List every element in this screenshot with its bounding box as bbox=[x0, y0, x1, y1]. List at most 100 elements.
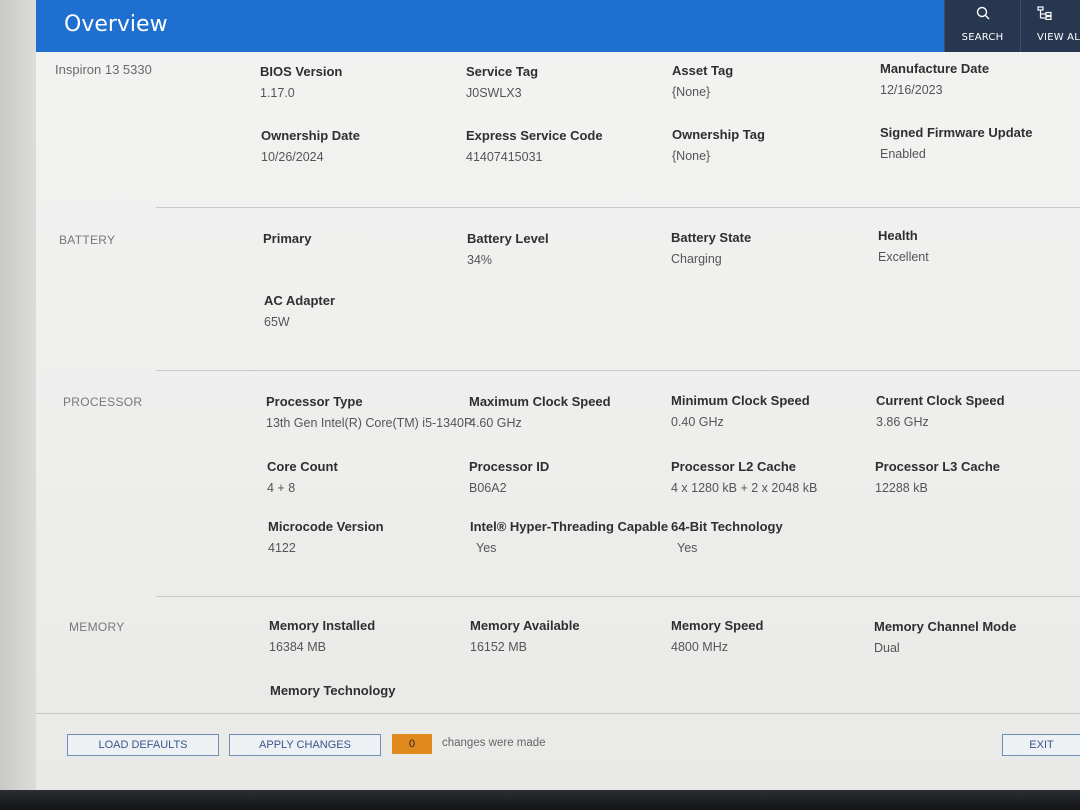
field-processor-l3-cache: Processor L3 Cache 12288 kB bbox=[875, 459, 1075, 495]
section-label-memory: MEMORY bbox=[69, 620, 125, 634]
view-all-label: VIEW AL bbox=[1037, 32, 1080, 43]
field-value: 65W bbox=[264, 315, 290, 329]
field-battery-level: Battery Level 34% bbox=[467, 231, 667, 267]
system-model: Inspiron 13 5330 bbox=[55, 62, 152, 77]
field-label: Memory Installed bbox=[269, 618, 376, 633]
field-label: Ownership Date bbox=[261, 128, 360, 143]
field-bios-version: BIOS Version 1.17.0 bbox=[260, 64, 460, 100]
section-divider bbox=[156, 370, 1080, 371]
field-label: AC Adapter bbox=[264, 293, 336, 308]
field-label: Memory Available bbox=[470, 618, 580, 633]
field-value: 3.86 GHz bbox=[876, 415, 929, 429]
changes-count-badge: 0 bbox=[392, 734, 432, 754]
section-label-battery: BATTERY bbox=[59, 233, 116, 247]
field-core-count: Core Count 4 + 8 bbox=[267, 459, 467, 495]
field-value: {None} bbox=[672, 149, 711, 163]
page-title: Overview bbox=[64, 12, 168, 37]
screen-bezel-left bbox=[0, 0, 36, 810]
field-value: 1.17.0 bbox=[260, 86, 295, 100]
field-label: Health bbox=[878, 228, 918, 243]
field-processor-l2-cache: Processor L2 Cache 4 x 1280 kB + 2 x 204… bbox=[671, 459, 871, 495]
view-all-button[interactable]: VIEW AL bbox=[1020, 0, 1080, 52]
field-label: Processor L2 Cache bbox=[671, 459, 797, 474]
view-all-icon bbox=[1037, 6, 1053, 23]
field-value: 12288 kB bbox=[875, 481, 928, 495]
field-service-tag: Service Tag J0SWLX3 bbox=[466, 64, 666, 100]
field-value: {None} bbox=[672, 85, 711, 99]
field-label: Intel® Hyper-Threading Capable bbox=[470, 519, 669, 534]
field-64-bit-technology: 64-Bit Technology Yes bbox=[671, 519, 871, 555]
field-health: Health Excellent bbox=[878, 228, 1078, 264]
field-maximum-clock-speed: Maximum Clock Speed 4.60 GHz bbox=[469, 394, 669, 430]
field-label: Memory Channel Mode bbox=[874, 619, 1017, 634]
field-value: 16152 MB bbox=[470, 640, 527, 654]
section-label-processor: PROCESSOR bbox=[63, 395, 143, 409]
field-label: Service Tag bbox=[466, 64, 539, 79]
field-minimum-clock-speed: Minimum Clock Speed 0.40 GHz bbox=[671, 393, 871, 429]
field-value: 16384 MB bbox=[269, 640, 326, 654]
field-label: Maximum Clock Speed bbox=[469, 394, 611, 409]
field-processor-id: Processor ID B06A2 bbox=[469, 459, 669, 495]
field-label: Processor ID bbox=[469, 459, 550, 474]
field-label: Processor Type bbox=[266, 394, 363, 409]
section-divider bbox=[156, 207, 1080, 208]
field-value: 12/16/2023 bbox=[880, 83, 943, 97]
field-label: Ownership Tag bbox=[672, 127, 765, 142]
field-express-service-code: Express Service Code 41407415031 bbox=[466, 128, 666, 164]
field-value: 34% bbox=[467, 253, 493, 267]
field-label: Current Clock Speed bbox=[876, 393, 1005, 408]
field-value: J0SWLX3 bbox=[466, 86, 522, 100]
field-value: Charging bbox=[671, 252, 722, 266]
field-label: Memory Speed bbox=[671, 618, 764, 633]
field-value: Enabled bbox=[880, 147, 926, 161]
field-value: Excellent bbox=[878, 250, 929, 264]
field-label: Manufacture Date bbox=[880, 61, 990, 76]
field-value: Yes bbox=[476, 541, 497, 555]
search-icon bbox=[976, 6, 990, 23]
field-value: 13th Gen Intel(R) Core(TM) i5-1340P bbox=[266, 416, 473, 430]
field-label: Signed Firmware Update bbox=[880, 125, 1033, 140]
search-label: SEARCH bbox=[961, 32, 1004, 43]
field-label: Battery Level bbox=[467, 231, 549, 246]
field-manufacture-date: Manufacture Date 12/16/2023 bbox=[880, 61, 1080, 97]
field-value: 4.60 GHz bbox=[469, 416, 522, 430]
field-label: Core Count bbox=[267, 459, 338, 474]
field-value: 41407415031 bbox=[466, 150, 543, 164]
field-processor-type: Processor Type 13th Gen Intel(R) Core(TM… bbox=[266, 394, 473, 430]
search-button[interactable]: SEARCH bbox=[944, 0, 1020, 52]
changes-status-text: changes were made bbox=[442, 737, 546, 749]
field-memory-installed: Memory Installed 16384 MB bbox=[269, 618, 469, 654]
field-value: Dual bbox=[874, 641, 900, 655]
field-ownership-tag: Ownership Tag {None} bbox=[672, 127, 872, 163]
apply-changes-button[interactable]: APPLY CHANGES bbox=[229, 734, 381, 756]
field-value: 4122 bbox=[268, 541, 296, 555]
field-microcode-version: Microcode Version 4122 bbox=[268, 519, 468, 555]
field-memory-channel-mode: Memory Channel Mode Dual bbox=[874, 619, 1074, 655]
field-label: Processor L3 Cache bbox=[875, 459, 1001, 474]
footer-divider bbox=[36, 713, 1080, 714]
field-value: 4 x 1280 kB + 2 x 2048 kB bbox=[671, 481, 818, 495]
field-label: Asset Tag bbox=[672, 63, 734, 78]
field-hyper-threading: Intel® Hyper-Threading Capable Yes bbox=[470, 519, 670, 555]
field-ownership-date: Ownership Date 10/26/2024 bbox=[261, 128, 461, 164]
field-label: Memory Technology bbox=[270, 683, 396, 698]
field-value: 0.40 GHz bbox=[671, 415, 724, 429]
header-bar: Overview SEARCH VIEW AL bbox=[36, 0, 1080, 52]
field-current-clock-speed: Current Clock Speed 3.86 GHz bbox=[876, 393, 1076, 429]
bios-screen: Overview SEARCH VIEW AL Inspiron 13 5330… bbox=[36, 0, 1080, 790]
field-label: Microcode Version bbox=[268, 519, 384, 534]
field-label: Express Service Code bbox=[466, 128, 603, 143]
field-value: 10/26/2024 bbox=[261, 150, 324, 164]
field-value: 4 + 8 bbox=[267, 481, 296, 495]
field-memory-speed: Memory Speed 4800 MHz bbox=[671, 618, 871, 654]
field-value: 4800 MHz bbox=[671, 640, 728, 654]
field-primary: Primary bbox=[263, 231, 463, 246]
exit-button[interactable]: EXIT bbox=[1002, 734, 1080, 756]
field-ac-adapter: AC Adapter 65W bbox=[264, 293, 464, 329]
load-defaults-button[interactable]: LOAD DEFAULTS bbox=[67, 734, 219, 756]
field-value: Yes bbox=[677, 541, 698, 555]
field-memory-technology: Memory Technology bbox=[270, 683, 470, 698]
field-asset-tag: Asset Tag {None} bbox=[672, 63, 872, 99]
field-label: 64-Bit Technology bbox=[671, 519, 783, 534]
field-label: Battery State bbox=[671, 230, 752, 245]
